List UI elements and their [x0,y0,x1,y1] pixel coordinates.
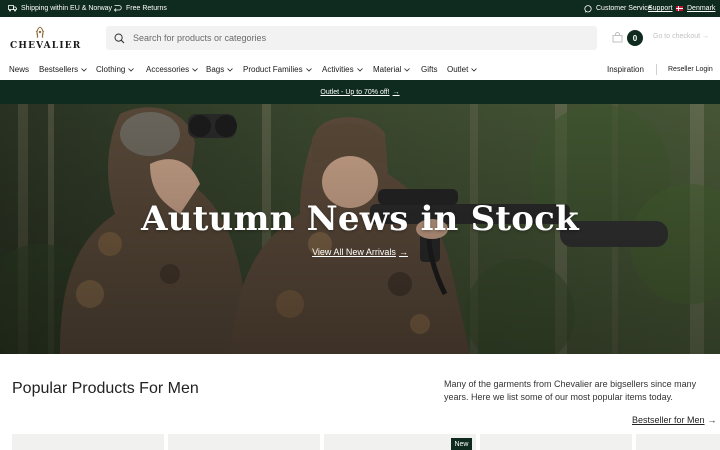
nav-item-label: Material [373,65,402,74]
hero-title: Autumn News in Stock [141,199,579,239]
nav-item-label: Gifts [421,65,438,74]
logo-text: CHEVALIER [10,41,82,51]
nav-item-label: Accessories [146,65,190,74]
nav-item-bestsellers[interactable]: Bestsellers [39,59,87,80]
bag-icon[interactable] [612,32,623,43]
nav-divider [656,64,657,75]
nav-item-activities[interactable]: Activities [322,59,363,80]
nav-item-outlet[interactable]: Outlet [447,59,478,80]
shipping-info: Shipping within EU & Norway [8,0,112,17]
section-title: Popular Products For Men [12,380,199,397]
chevron-down-icon [404,67,411,72]
main-nav: News Bestsellers Clothing Accessories Ba… [0,59,720,80]
nav-item-gifts[interactable]: Gifts [421,59,437,80]
support-link[interactable]: Support [648,0,673,17]
cart-count-badge[interactable]: 0 [627,30,643,46]
logo-emblem-icon [35,26,45,39]
search-input[interactable] [133,33,573,43]
nav-item-label: Outlet [447,65,469,74]
outlet-promo-link[interactable]: Outlet - Up to 70% off! → [320,89,399,96]
chevron-down-icon [81,67,87,72]
returns-text: Free Returns [126,5,167,12]
customer-service-text: Customer Service [596,5,652,12]
hero-banner[interactable]: Autumn News in Stock View All New Arriva… [0,104,720,354]
shipping-text: Shipping within EU & Norway [21,5,113,12]
checkout-link[interactable]: Go to checkout → [653,33,709,40]
denmark-flag-icon [676,6,683,11]
section-description: Many of the garments from Chevalier are … [444,379,697,402]
logo[interactable]: CHEVALIER [10,26,82,52]
nav-item-inspiration[interactable]: Inspiration [607,59,644,80]
support-text: Support [648,5,673,12]
bestseller-for-men-link[interactable]: Bestseller for Men → [632,415,717,425]
product-card[interactable] [636,434,720,450]
reseller-login-text: Reseller Login [668,66,713,73]
arrow-right-icon: → [707,415,717,425]
chevron-down-icon [305,67,312,72]
chevron-down-icon [227,67,234,72]
nav-item-bags[interactable]: Bags [206,59,234,80]
top-bar: Shipping within EU & Norway Free Returns… [0,0,720,17]
chevron-down-icon [471,67,478,72]
country-selector[interactable]: Denmark [676,0,715,17]
nav-item-label: Clothing [96,65,126,74]
returns-icon [113,5,122,12]
chevron-down-icon [356,67,363,72]
customer-service-link[interactable]: Customer Service [584,0,652,17]
arrow-right-icon: → [702,33,710,40]
product-card[interactable] [12,434,164,450]
product-card[interactable] [480,434,632,450]
nav-item-label: Product Families [243,65,303,74]
returns-info: Free Returns [113,0,167,17]
chevron-down-icon [128,67,135,72]
country-text: Denmark [687,5,716,12]
bestseller-link-text: Bestseller for Men [632,415,705,425]
product-carousel [0,434,720,450]
nav-item-label: News [9,65,30,74]
arrow-right-icon: → [398,247,408,257]
chevron-down-icon [192,67,198,72]
truck-icon [8,5,17,12]
nav-item-label: Bestsellers [39,65,79,74]
hero-cta-text: View All New Arrivals [312,247,396,257]
arrow-right-icon: → [392,88,400,96]
checkout-text: Go to checkout [653,33,701,40]
nav-item-product-families[interactable]: Product Families [243,59,312,80]
nav-item-label: Bags [206,65,225,74]
promo-text: Outlet - Up to 70% off! [320,88,390,96]
nav-item-news[interactable]: News [9,59,29,80]
nav-item-accessories[interactable]: Accessories [146,59,198,80]
nav-item-label: Activities [322,65,354,74]
promo-bar: Outlet - Up to 70% off! → [0,80,720,104]
product-card[interactable] [168,434,320,450]
hero-cta[interactable]: View All New Arrivals → [0,247,720,257]
nav-item-material[interactable]: Material [373,59,411,80]
new-badge: New [451,438,472,450]
nav-item-clothing[interactable]: Clothing [96,59,135,80]
search-icon [114,33,125,43]
chat-icon [584,4,592,13]
nav-item-label: Inspiration [607,65,644,74]
reseller-login-link[interactable]: Reseller Login [668,59,713,80]
search-bar[interactable] [106,26,597,50]
header: CHEVALIER 0 Go to checkout → [0,17,720,59]
